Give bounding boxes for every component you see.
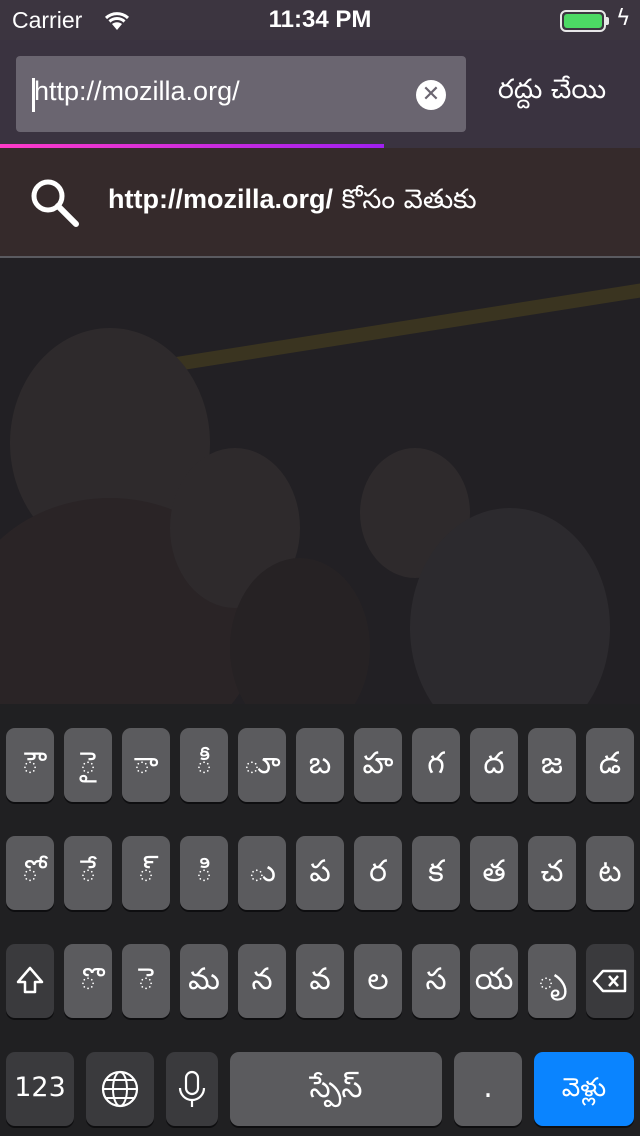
key-row2-6[interactable]: ప <box>296 836 344 910</box>
key-row3-6[interactable]: ల <box>354 944 402 1018</box>
battery-tip <box>606 17 609 25</box>
key-label: ూ <box>243 746 281 781</box>
key-label: ి <box>195 854 213 889</box>
clock: 11:34 PM <box>268 6 372 33</box>
key-row1-2[interactable]: ై <box>64 728 112 802</box>
key-row3-7[interactable]: స <box>412 944 460 1018</box>
delete-key[interactable] <box>586 944 634 1018</box>
key-label: ట <box>598 854 622 889</box>
globe-icon <box>101 1070 139 1108</box>
key-row3-3[interactable]: మ <box>180 944 228 1018</box>
globe-key[interactable] <box>86 1052 154 1126</box>
decorative-streak <box>168 282 640 372</box>
key-row1-8[interactable]: గ <box>412 728 460 802</box>
go-key[interactable]: వెళ్లు <box>534 1052 634 1126</box>
key-label: ే <box>79 854 97 889</box>
search-icon <box>31 179 79 227</box>
key-label: జ <box>541 746 563 781</box>
key-row2-1[interactable]: ో <box>6 836 54 910</box>
key-row3-9[interactable]: ృ <box>528 944 576 1018</box>
numbers-key[interactable]: 123 <box>6 1052 74 1126</box>
key-row1-3[interactable]: ా <box>122 728 170 802</box>
key-label: 123 <box>14 1072 66 1103</box>
url-input-text: http://mozilla.org/ <box>34 76 240 106</box>
suggestion-query: http://mozilla.org/ <box>108 184 333 214</box>
key-row2-7[interactable]: ర <box>354 836 402 910</box>
clear-icon: ✕ <box>421 82 441 107</box>
microphone-icon <box>178 1070 206 1107</box>
text-caret <box>32 78 35 112</box>
key-label: వెళ్లు <box>561 1073 607 1103</box>
search-suggestion-row[interactable]: http://mozilla.org/ కోసం వెతుకు <box>0 148 640 256</box>
telugu-keyboard: ౌ ై ా ీ ూ బ హ గ ద జ డ ో ే ్ ి ు ప ర క త … <box>0 704 640 1136</box>
period-key[interactable]: . <box>454 1052 522 1126</box>
key-row3-8[interactable]: య <box>470 944 518 1018</box>
dictation-key[interactable] <box>166 1052 218 1126</box>
key-row3-2[interactable]: ె <box>122 944 170 1018</box>
key-row1-7[interactable]: హ <box>354 728 402 802</box>
key-row1-9[interactable]: ద <box>470 728 518 802</box>
key-label: స <box>425 962 447 997</box>
key-label: ె <box>137 962 155 997</box>
key-row2-11[interactable]: ట <box>586 836 634 910</box>
key-row1-11[interactable]: డ <box>586 728 634 802</box>
key-row3-4[interactable]: న <box>238 944 286 1018</box>
key-label: ్ <box>137 854 155 889</box>
cancel-button[interactable]: రద్దు చేయి <box>474 74 630 112</box>
key-row1-4[interactable]: ీ <box>180 728 228 802</box>
key-label: ృ <box>537 962 567 997</box>
key-row1-10[interactable]: జ <box>528 728 576 802</box>
key-label: మ <box>188 962 220 997</box>
key-label: ల <box>367 962 389 997</box>
key-row1-1[interactable]: ౌ <box>6 728 54 802</box>
shift-icon <box>16 966 44 994</box>
key-label: వ <box>309 962 331 997</box>
key-label: బ <box>308 746 332 781</box>
key-label: ై <box>79 746 97 781</box>
key-label: డ <box>598 746 622 781</box>
key-label: . <box>483 1070 493 1105</box>
shift-key[interactable] <box>6 944 54 1018</box>
key-label: ీ <box>195 746 213 781</box>
key-label: ో <box>21 854 39 889</box>
key-label: న <box>251 962 273 997</box>
key-row2-5[interactable]: ు <box>238 836 286 910</box>
key-row1-6[interactable]: బ <box>296 728 344 802</box>
status-bar: Carrier 11:34 PM ϟ <box>0 0 640 40</box>
key-label: హ <box>362 746 394 781</box>
key-label: ౌ <box>21 746 39 781</box>
page-background-image <box>0 258 640 704</box>
key-row3-5[interactable]: వ <box>296 944 344 1018</box>
key-label: ు <box>248 854 276 889</box>
key-row3-1[interactable]: ొ <box>64 944 112 1018</box>
key-label: స్పేస్ <box>309 1070 363 1105</box>
key-label: గ <box>427 746 445 781</box>
url-bar: http://mozilla.org/ ✕ రద్దు చేయి <box>0 40 640 148</box>
key-row2-10[interactable]: చ <box>528 836 576 910</box>
key-label: ర <box>369 854 387 889</box>
key-label: య <box>474 962 514 997</box>
key-label: ప <box>309 854 331 889</box>
key-label: క <box>428 854 444 889</box>
charging-bolt-icon: ϟ <box>616 6 631 31</box>
search-suggestion-text: http://mozilla.org/ కోసం వెతుకు <box>108 184 477 222</box>
key-label: చ <box>540 854 564 889</box>
key-label: ద <box>483 746 505 781</box>
key-label: ొ <box>79 962 97 997</box>
space-key[interactable]: స్పేస్ <box>230 1052 442 1126</box>
battery-icon <box>560 10 606 32</box>
key-row2-9[interactable]: త <box>470 836 518 910</box>
url-input[interactable]: http://mozilla.org/ ✕ <box>16 56 466 132</box>
key-row2-2[interactable]: ే <box>64 836 112 910</box>
backspace-icon <box>592 969 627 993</box>
clear-url-button[interactable]: ✕ <box>416 80 446 110</box>
key-row2-8[interactable]: క <box>412 836 460 910</box>
key-row2-3[interactable]: ్ <box>122 836 170 910</box>
key-row1-5[interactable]: ూ <box>238 728 286 802</box>
key-label: ా <box>133 746 159 781</box>
key-row2-4[interactable]: ి <box>180 836 228 910</box>
suggestion-suffix: కోసం వెతుకు <box>332 184 477 215</box>
key-label: త <box>482 854 506 889</box>
